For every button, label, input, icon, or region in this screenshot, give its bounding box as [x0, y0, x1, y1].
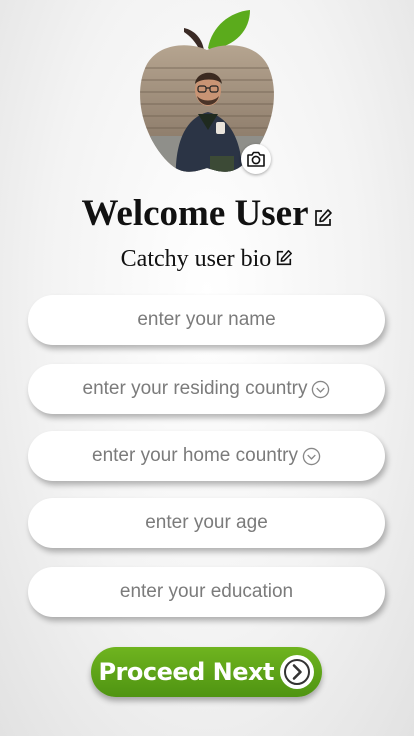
age-placeholder: enter your age	[145, 512, 268, 533]
chevron-down-icon	[311, 380, 330, 399]
profile-avatar[interactable]	[138, 6, 276, 182]
bio-text: Catchy user bio	[120, 246, 272, 272]
proceed-next-button[interactable]: Proceed Next	[91, 647, 322, 697]
camera-icon	[247, 151, 265, 167]
home-country-placeholder: enter your home country	[92, 445, 298, 466]
education-input[interactable]: enter your education	[28, 567, 385, 617]
home-country-select[interactable]: enter your home country	[28, 431, 385, 481]
change-photo-button[interactable]	[241, 144, 271, 174]
bio-line: Catchy user bio	[0, 243, 414, 276]
arrow-right-icon	[280, 655, 314, 689]
welcome-text: Welcome User	[81, 193, 309, 234]
education-placeholder: enter your education	[119, 581, 294, 602]
chevron-down-icon	[302, 447, 321, 466]
edit-bio-icon[interactable]	[275, 244, 293, 276]
edit-name-icon[interactable]	[313, 195, 333, 239]
name-placeholder: enter your name	[137, 309, 276, 330]
name-input[interactable]: enter your name	[28, 295, 385, 345]
proceed-label: Proceed Next	[98, 658, 274, 686]
residing-country-select[interactable]: enter your residing country	[28, 364, 385, 414]
age-input[interactable]: enter your age	[28, 498, 385, 548]
welcome-heading: Welcome User	[0, 192, 414, 239]
residing-country-placeholder: enter your residing country	[82, 378, 308, 399]
